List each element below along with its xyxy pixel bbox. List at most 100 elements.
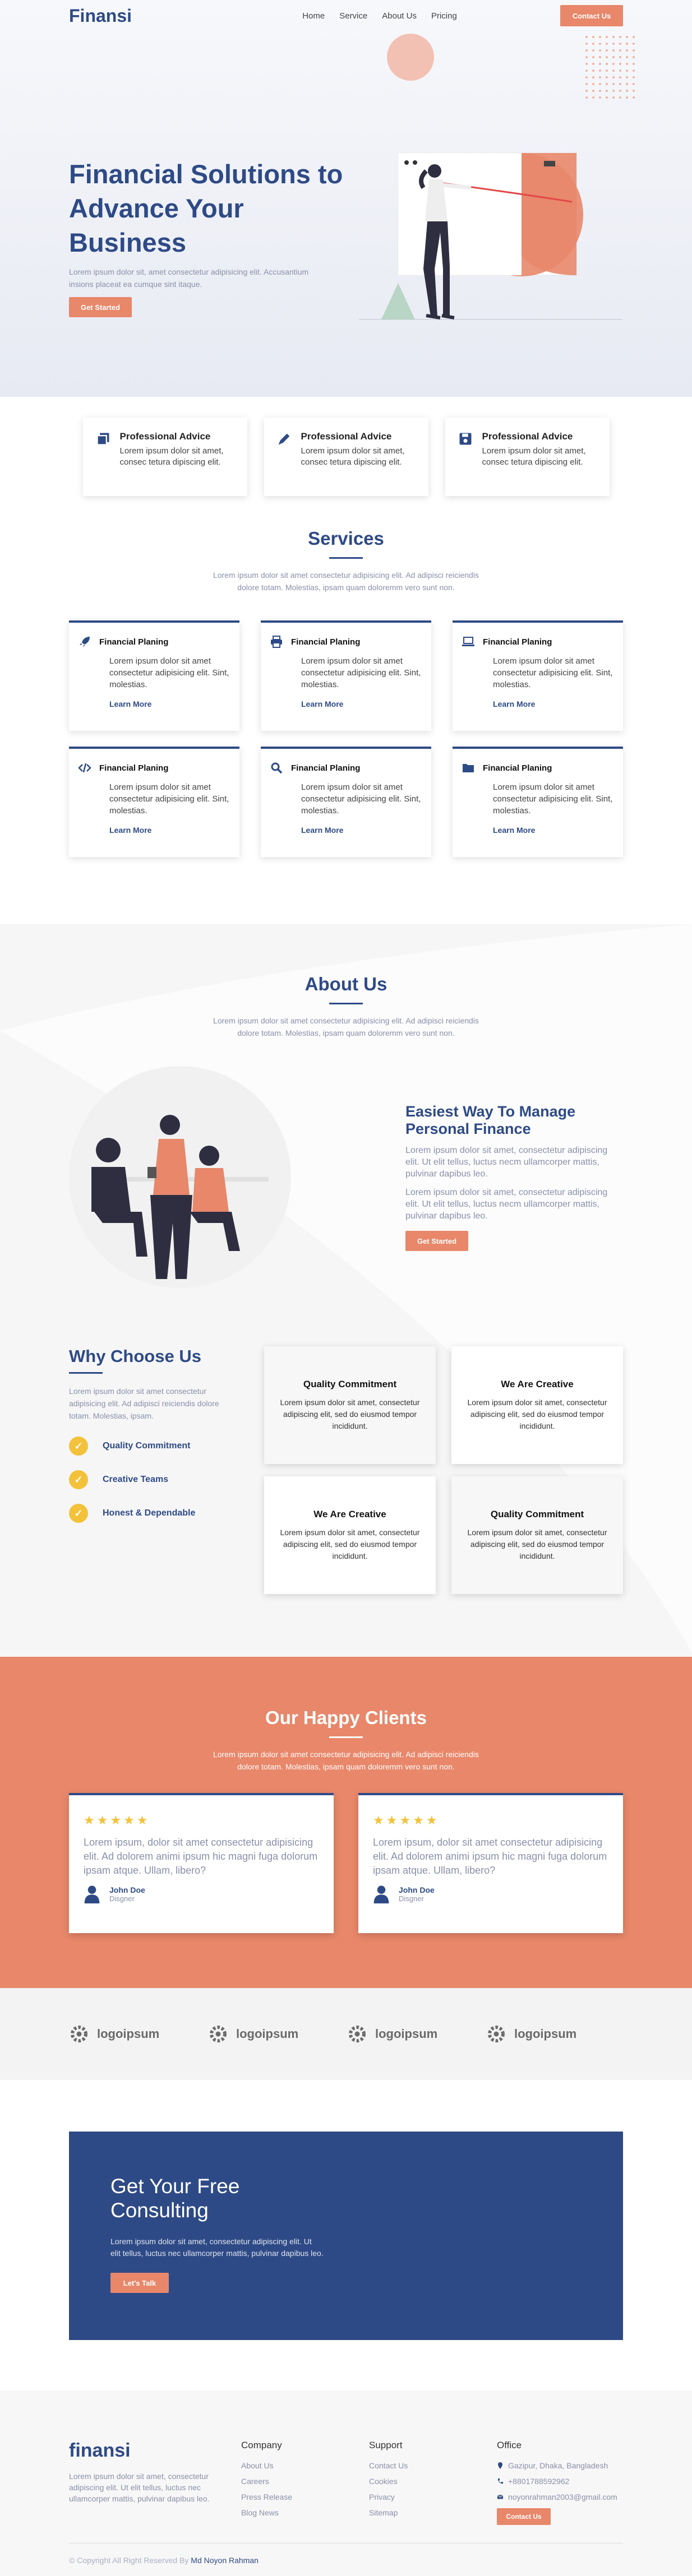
author-role: Disgner [109, 1894, 135, 1903]
title-underline [69, 1372, 103, 1374]
footer-logo[interactable]: finansi [69, 2440, 241, 2462]
nav-link-home[interactable]: Home [302, 11, 325, 21]
learn-more-link[interactable]: Learn More [301, 699, 419, 708]
author-name: John Doe [399, 1885, 435, 1894]
copyright: © Copyright All Right Reserved By Md Noy… [69, 2556, 623, 2565]
hero-section: Finansi Home Service About Us Pricing Co… [0, 0, 692, 397]
star-rating: ★★★★★ [373, 1813, 440, 1827]
footer: finansi Lorem ipsum dolor sit amet, cons… [0, 2390, 692, 2576]
learn-more-link[interactable]: Learn More [493, 699, 611, 708]
lets-talk-button[interactable]: Let's Talk [110, 2273, 169, 2293]
testimonial-author: John Doe Disgner [373, 1884, 608, 1903]
why-card-title: We Are Creative [501, 1378, 574, 1389]
service-card: Financial Planing Lorem ipsum dolor sit … [261, 620, 431, 731]
contact-us-button[interactable]: Contact Us [560, 5, 623, 26]
footer-link[interactable]: Cookies [369, 2477, 497, 2486]
service-text: Lorem ipsum dolor sit amet consectetur a… [493, 782, 613, 816]
about-subtitle: Lorem ipsum dolor sit amet consectetur a… [213, 1016, 479, 1037]
footer-link[interactable]: Blog News [241, 2508, 369, 2517]
title-underline [329, 1736, 363, 1738]
testimonial-text: Lorem ipsum, dolor sit amet consectetur … [84, 1837, 318, 1876]
star-rating: ★★★★★ [84, 1813, 150, 1827]
service-title: Financial Planing [291, 637, 361, 647]
service-title: Financial Planing [291, 763, 361, 773]
service-text: Lorem ipsum dolor sit amet consectetur a… [301, 782, 421, 816]
why-card-title: We Are Creative [313, 1508, 386, 1519]
decorative-circle [387, 34, 434, 81]
get-started-button[interactable]: Get Started [69, 297, 132, 317]
service-card: Financial Planing Lorem ipsum dolor sit … [69, 747, 239, 857]
about-paragraph: Lorem ipsum dolor sit amet, consectetur … [405, 1146, 608, 1179]
author-name: John Doe [109, 1885, 145, 1894]
gear-icon [349, 2026, 366, 2042]
brand-logo[interactable]: Finansi [69, 6, 132, 26]
feature-text: Lorem ipsum dolor sit amet, consec tetur… [482, 446, 586, 467]
user-icon [84, 1885, 100, 1903]
nav-link-service[interactable]: Service [339, 11, 367, 21]
learn-more-link[interactable]: Learn More [109, 826, 227, 835]
why-card-text: Lorem ipsum dolor sit amet, consectetur … [280, 1397, 420, 1430]
why-point: ✓ Creative Teams [69, 1470, 237, 1489]
hero-illustration [359, 152, 622, 320]
consulting-banner: Get Your Free Consulting Lorem ipsum dol… [69, 2132, 623, 2340]
partner-logo: logoipsum [69, 2024, 206, 2044]
printer-icon [271, 636, 282, 648]
feature-card: Professional Advice Lorem ipsum dolor sit… [264, 418, 428, 496]
feature-title: Professional Advice [482, 431, 573, 442]
email-text: noyonrahman2003@gmail.com [508, 2492, 617, 2501]
footer-link[interactable]: Sitemap [369, 2508, 497, 2517]
service-text: Lorem ipsum dolor sit amet consectetur a… [301, 656, 421, 689]
service-card: Financial Planing Lorem ipsum dolor sit … [261, 747, 431, 857]
why-choose-us: Why Choose Us Lorem ipsum dolor sit amet… [69, 1346, 623, 1657]
service-card: Financial Planing Lorem ipsum dolor sit … [69, 620, 239, 731]
gear-icon [71, 2026, 87, 2042]
about-section: About Us Lorem ipsum dolor sit amet cons… [0, 924, 692, 1657]
get-started-button[interactable]: Get Started [405, 1231, 468, 1251]
check-icon: ✓ [69, 1470, 88, 1489]
partner-logo: logoipsum [208, 2024, 345, 2044]
footer-link[interactable]: Press Release [241, 2492, 369, 2501]
partner-logos: logoipsum logoipsum logoipsum logoipsum [0, 1988, 692, 2080]
code-icon [78, 763, 91, 773]
footer-link[interactable]: About Us [241, 2461, 369, 2470]
footer-support: Support Contact Us Cookies Privacy Sitem… [369, 2440, 497, 2525]
feature-text: Lorem ipsum dolor sit amet, consec tetur… [301, 446, 405, 467]
consulting-title: Get Your Free Consulting [110, 2175, 240, 2222]
learn-more-link[interactable]: Learn More [109, 699, 227, 708]
office-email[interactable]: noyonrahman2003@gmail.com [497, 2492, 617, 2501]
services-subtitle: Lorem ipsum dolor sit amet consectetur a… [213, 571, 479, 592]
partner-logo: logoipsum [486, 2024, 623, 2044]
nav-link-pricing[interactable]: Pricing [431, 11, 457, 21]
testimonial-card: ★★★★★ Lorem ipsum, dolor sit amet consec… [358, 1793, 623, 1933]
rocket-icon [80, 637, 90, 647]
user-icon [373, 1885, 389, 1903]
office-phone[interactable]: +8801788592962 [497, 2477, 617, 2486]
learn-more-link[interactable]: Learn More [493, 826, 611, 835]
footer-link[interactable]: Privacy [369, 2492, 497, 2501]
feature-card: Professional Advice Lorem ipsum dolor sit… [445, 418, 610, 496]
why-card-title: Quality Commitment [490, 1508, 584, 1519]
footer-link[interactable]: Careers [241, 2477, 369, 2486]
clients-title: Our Happy Clients [265, 1707, 427, 1728]
laptop-icon [462, 637, 474, 646]
footer-description: Lorem ipsum dolor sit amet, consectetur … [69, 2472, 210, 2503]
service-card: Financial Planing Lorem ipsum dolor sit … [453, 620, 623, 731]
check-icon: ✓ [69, 1504, 88, 1523]
title-underline [329, 1003, 363, 1004]
partner-logo-text: logoipsum [236, 2027, 299, 2041]
footer-link[interactable]: Contact Us [369, 2461, 497, 2470]
feature-title: Professional Advice [301, 431, 392, 442]
contact-us-button[interactable]: Contact Us [497, 2508, 551, 2525]
copy-icon [96, 433, 109, 446]
nav-link-about[interactable]: About Us [382, 11, 417, 21]
copyright-author[interactable]: Md Noyon Rahman [191, 2556, 259, 2565]
feature-cards: Professional Advice Lorem ipsum dolor sit… [0, 397, 692, 496]
service-title: Financial Planing [483, 763, 552, 773]
learn-more-link[interactable]: Learn More [301, 826, 419, 835]
author-role: Disgner [399, 1894, 424, 1903]
office-address: Gazipur, Dhaka, Bangladesh [497, 2461, 617, 2470]
pen-icon [278, 433, 289, 445]
service-title: Financial Planing [99, 763, 169, 773]
feature-text: Lorem ipsum dolor sit amet, consec tetur… [119, 446, 224, 467]
why-card: Quality Commitment Lorem ipsum dolor sit … [264, 1346, 436, 1464]
